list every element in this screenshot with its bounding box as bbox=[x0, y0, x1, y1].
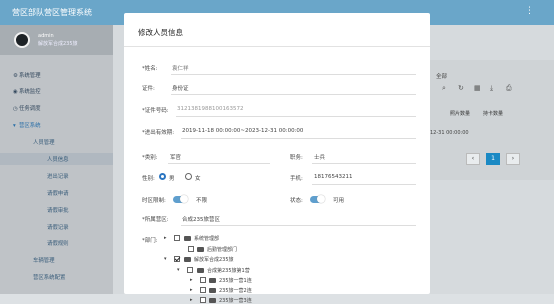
camp-select[interactable]: 合成235旅营区 bbox=[182, 215, 220, 223]
status-toggle[interactable] bbox=[310, 195, 325, 203]
sidebar-item-personnel[interactable]: 人员管理 bbox=[33, 138, 55, 146]
dialog-title: 修改人员信息 bbox=[138, 28, 183, 37]
type-label: *类别: bbox=[142, 155, 158, 161]
tree-checkbox[interactable] bbox=[200, 287, 206, 293]
gender-female-radio[interactable] bbox=[185, 173, 192, 180]
search-icon[interactable]: ⌕ bbox=[442, 84, 446, 93]
pager-page-1[interactable]: 1 bbox=[486, 153, 500, 165]
expand-icon[interactable]: ▸ bbox=[190, 277, 193, 283]
camp-label: *所属营区: bbox=[142, 217, 169, 223]
collapse-icon[interactable]: ▾ bbox=[177, 267, 180, 273]
tree-node-label[interactable]: 235旅一营1连 bbox=[219, 277, 252, 284]
dept-label: *部门: bbox=[142, 238, 158, 244]
sidebar-item-personnel-info[interactable]: 人员信息 bbox=[47, 155, 69, 163]
expand-icon[interactable]: ▸ bbox=[190, 297, 193, 303]
certno-label: *证件号码: bbox=[142, 108, 169, 114]
gender-label: 性别: bbox=[142, 176, 155, 182]
cert-select[interactable]: 身份证 bbox=[172, 84, 189, 92]
camp-underline bbox=[181, 225, 416, 226]
timelimit-toggle[interactable] bbox=[173, 195, 188, 203]
user-org: 解放军合成235旅 bbox=[38, 41, 78, 47]
cert-label: 证件: bbox=[142, 86, 155, 92]
valid-underline bbox=[181, 138, 416, 139]
sidebar: admin 解放军合成235旅 ⚙系统管理 ◉系统监控 ◷任务调度 ▾ 营区系统 … bbox=[0, 25, 113, 294]
background-filter-label: 全部 bbox=[436, 74, 448, 80]
user-card: admin 解放军合成235旅 bbox=[0, 25, 113, 55]
type-underline bbox=[168, 163, 270, 164]
pager-prev[interactable]: ‹ bbox=[466, 153, 480, 165]
tree-checkbox[interactable] bbox=[200, 277, 206, 283]
edit-person-dialog: 修改人员信息 *姓名: 袁仁祥 证件: 身份证 *证件号码: 312138198… bbox=[124, 13, 430, 304]
divider bbox=[124, 46, 430, 47]
table-row: 12-31 00:00:00 bbox=[430, 130, 469, 136]
sidebar-item-access-records[interactable]: 进出记录 bbox=[47, 172, 69, 180]
tree-checkbox[interactable] bbox=[187, 267, 193, 273]
folder-icon bbox=[209, 298, 216, 303]
expand-icon[interactable]: ▸ bbox=[164, 235, 167, 241]
folder-icon bbox=[184, 257, 191, 262]
duty-label: 职务: bbox=[290, 155, 303, 161]
column-header-photos: 照片数量 bbox=[450, 111, 471, 117]
cert-underline bbox=[171, 94, 416, 95]
collapse-icon[interactable]: ▾ bbox=[164, 256, 167, 262]
sidebar-item-leave-apply[interactable]: 请假申请 bbox=[47, 189, 69, 197]
more-menu-icon[interactable]: ⋮ bbox=[525, 6, 534, 16]
duty-field[interactable]: 士兵 bbox=[314, 153, 325, 161]
gender-male-label: 男 bbox=[169, 176, 175, 182]
gender-female-label: 女 bbox=[195, 176, 201, 182]
timelimit-value: 不限 bbox=[196, 198, 208, 204]
columns-icon[interactable]: ▦ bbox=[474, 84, 481, 92]
tree-checkbox[interactable] bbox=[200, 297, 206, 303]
avatar bbox=[14, 32, 30, 48]
type-select[interactable]: 军官 bbox=[170, 153, 181, 161]
tree-checkbox[interactable] bbox=[188, 246, 194, 252]
name-field[interactable]: 袁仁祥 bbox=[172, 64, 189, 72]
folder-icon bbox=[197, 247, 204, 252]
certno-field[interactable]: 3121381988100163572 bbox=[177, 106, 244, 112]
folder-icon bbox=[197, 268, 204, 273]
sidebar-item-monitor[interactable]: ◉系统监控 bbox=[13, 87, 41, 95]
timelimit-label: 时区限制: bbox=[142, 198, 166, 204]
phone-label: 手机: bbox=[290, 176, 303, 182]
sidebar-item-leave-approve[interactable]: 请假审批 bbox=[47, 206, 69, 214]
duty-underline bbox=[312, 163, 416, 164]
tree-node-label[interactable]: 合成第235旅第1营 bbox=[207, 267, 250, 274]
expand-icon[interactable]: ▸ bbox=[190, 287, 193, 293]
app-title: 营区部队营区管理系统 bbox=[12, 8, 92, 17]
sidebar-item-leave-records[interactable]: 请假记录 bbox=[47, 223, 69, 231]
sidebar-item-vehicle[interactable]: 车辆管理 bbox=[33, 256, 55, 264]
name-label: *姓名: bbox=[142, 66, 158, 72]
download-icon[interactable]: ⤓ bbox=[490, 84, 493, 93]
user-name: admin bbox=[38, 33, 54, 39]
sidebar-item-schedule[interactable]: ◷任务调度 bbox=[13, 104, 41, 112]
tree-checkbox-checked[interactable] bbox=[174, 256, 180, 262]
tree-node-label[interactable]: 后勤管理部门 bbox=[207, 246, 237, 253]
tree-node-label[interactable]: 235旅一营2连 bbox=[219, 287, 252, 294]
sidebar-item-camp[interactable]: ▾ 营区系统 bbox=[13, 121, 41, 129]
status-value: 可用 bbox=[333, 198, 345, 204]
name-underline bbox=[171, 74, 416, 75]
valid-period-field[interactable]: 2019-11-18 00:00:00~2023-12-31 00:00:00 bbox=[182, 128, 303, 134]
tree-node-label[interactable]: 235旅一营3连 bbox=[219, 297, 252, 304]
pager-next[interactable]: › bbox=[506, 153, 520, 165]
phone-field[interactable]: 18176543211 bbox=[314, 174, 353, 180]
tree-node-label[interactable]: 解放军合成235旅 bbox=[194, 256, 234, 263]
tree-checkbox[interactable] bbox=[174, 235, 180, 241]
status-label: 状态: bbox=[290, 198, 303, 204]
folder-icon bbox=[209, 288, 216, 293]
gender-male-radio[interactable] bbox=[159, 173, 166, 180]
folder-icon bbox=[184, 236, 191, 241]
refresh-icon[interactable]: ↻ bbox=[458, 84, 464, 92]
sidebar-item-camp-config[interactable]: 营区系统配置 bbox=[33, 273, 65, 281]
column-header-cards: 持卡数量 bbox=[483, 111, 504, 117]
certno-underline bbox=[176, 116, 416, 117]
tree-node-label[interactable]: 系统管理部 bbox=[194, 235, 219, 242]
valid-label: *进出有效期: bbox=[142, 130, 175, 136]
sidebar-item-leave-rules[interactable]: 请假规则 bbox=[47, 239, 69, 247]
phone-underline bbox=[312, 184, 416, 185]
sidebar-item-system[interactable]: ⚙系统管理 bbox=[13, 71, 41, 79]
folder-icon bbox=[209, 278, 216, 283]
print-icon[interactable]: ⎙ bbox=[506, 84, 512, 93]
